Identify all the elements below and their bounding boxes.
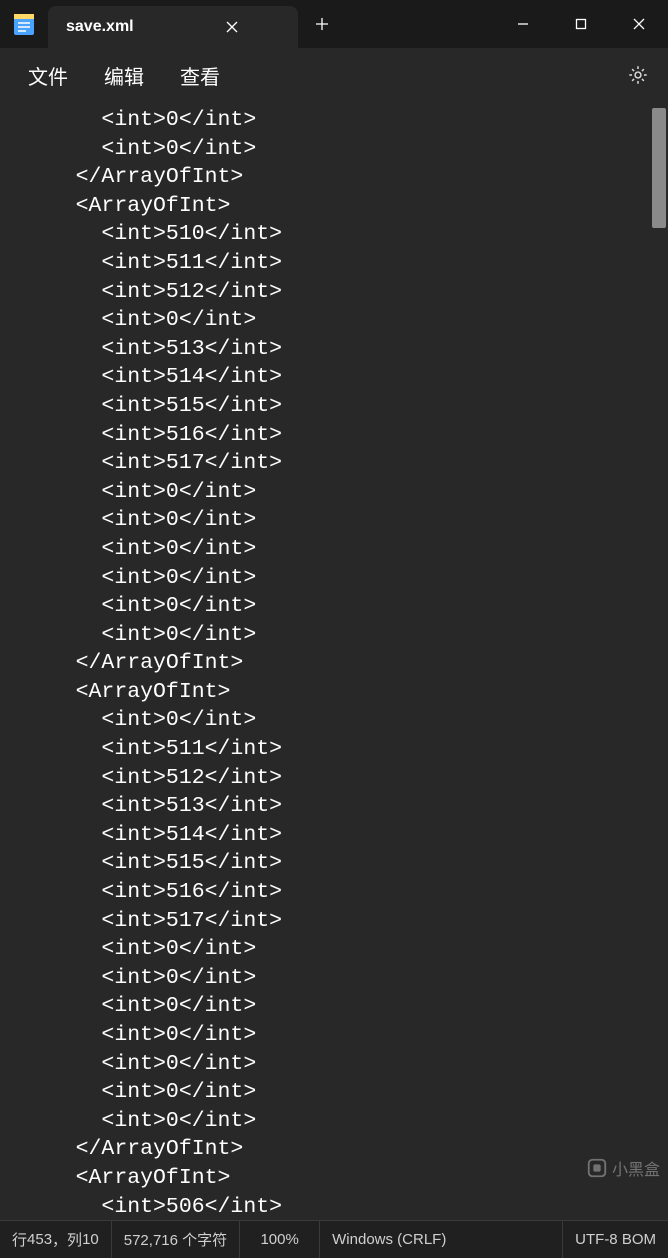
tab-title: save.xml: [66, 18, 134, 36]
maximize-button[interactable]: [552, 0, 610, 48]
titlebar-drag-region[interactable]: [346, 0, 494, 48]
menu-edit[interactable]: 编辑: [86, 55, 162, 96]
close-tab-icon[interactable]: [224, 19, 240, 35]
scrollbar-thumb[interactable]: [652, 108, 666, 228]
new-tab-button[interactable]: [298, 0, 346, 48]
editor-area[interactable]: <int>0</int> <int>0</int> </ArrayOfInt> …: [0, 102, 668, 1220]
notepad-app-icon: [0, 0, 48, 48]
menu-view[interactable]: 查看: [162, 55, 238, 96]
editor-text[interactable]: <int>0</int> <int>0</int> </ArrayOfInt> …: [0, 102, 668, 1220]
status-chars[interactable]: 572,716 个字符: [112, 1221, 240, 1258]
watermark-text: 小黑盒: [612, 1156, 660, 1180]
minimize-button[interactable]: [494, 0, 552, 48]
watermark: 小黑盒: [586, 1156, 660, 1180]
status-eol[interactable]: Windows (CRLF): [320, 1221, 563, 1258]
close-window-button[interactable]: [610, 0, 668, 48]
menu-file[interactable]: 文件: [10, 55, 86, 96]
titlebar: save.xml: [0, 0, 668, 48]
status-position[interactable]: 行 453，列 10: [0, 1221, 112, 1258]
statusbar: 行 453，列 10 572,716 个字符 100% Windows (CRL…: [0, 1220, 668, 1258]
status-encoding[interactable]: UTF-8 BOM: [563, 1221, 668, 1258]
menubar: 文件 编辑 查看: [0, 48, 668, 102]
settings-button[interactable]: [618, 55, 658, 95]
tab-active[interactable]: save.xml: [48, 6, 298, 48]
status-zoom[interactable]: 100%: [240, 1221, 320, 1258]
